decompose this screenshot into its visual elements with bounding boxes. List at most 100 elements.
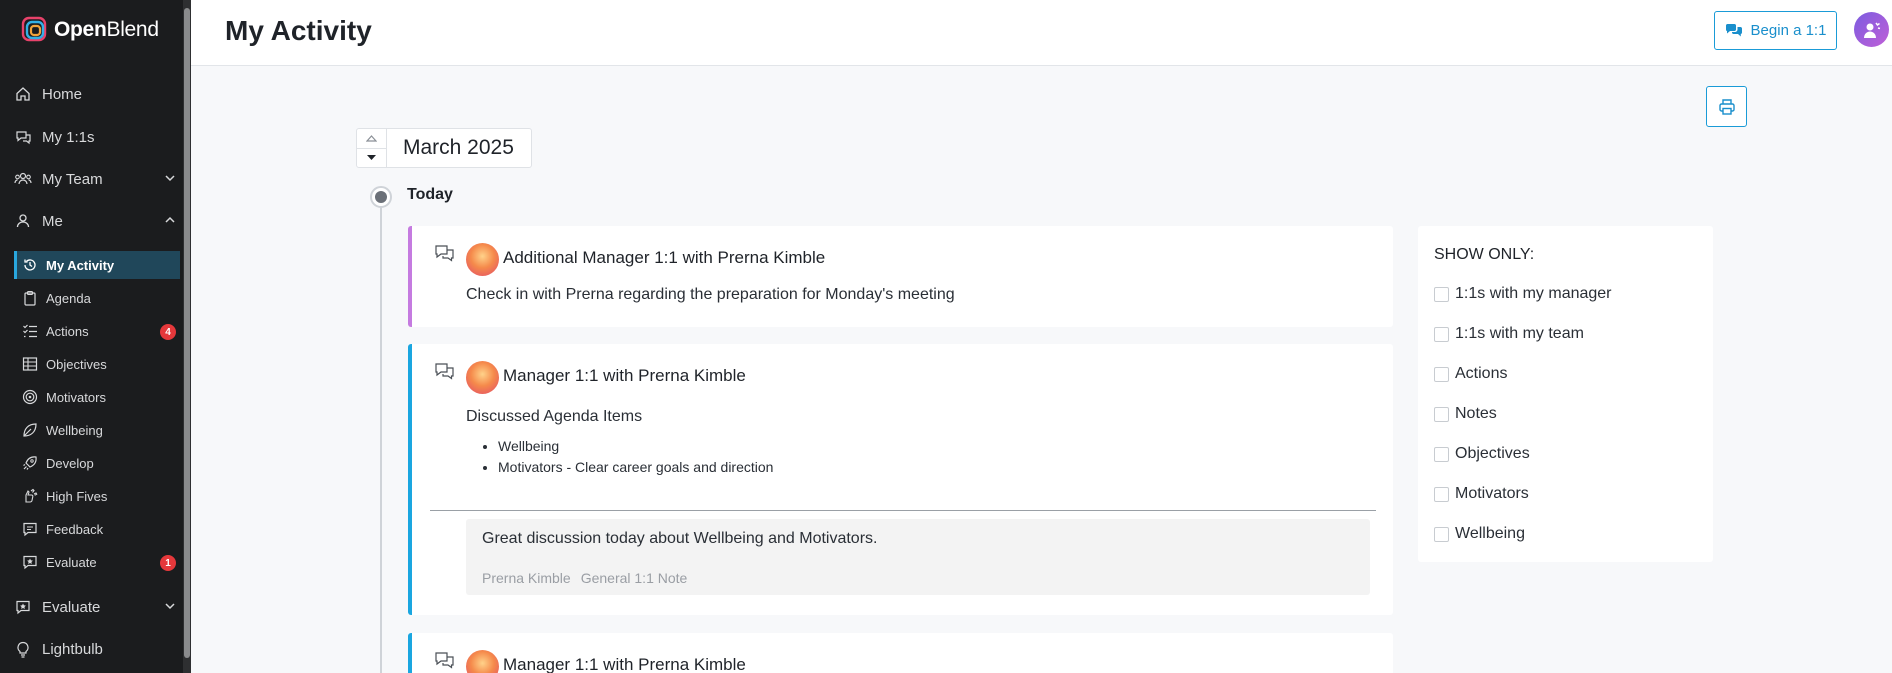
sidebar-item-label: Motivators bbox=[46, 389, 106, 405]
sidebar-item-evaluate-me[interactable]: Evaluate 1 bbox=[14, 548, 180, 576]
filter-checkbox[interactable] bbox=[1434, 446, 1449, 462]
agenda-heading: Discussed Agenda Items bbox=[466, 408, 643, 425]
sidebar-item-actions[interactable]: Actions 4 bbox=[14, 317, 180, 345]
sidebar-item-evaluate[interactable]: Evaluate bbox=[14, 592, 176, 622]
activity-card[interactable]: Manager 1:1 with Prerna Kimble bbox=[408, 633, 1393, 673]
filter-checkbox[interactable] bbox=[1434, 326, 1449, 342]
filter-option-team[interactable]: 1:1s with my team bbox=[1434, 323, 1584, 345]
begin-1-1-button[interactable]: Begin a 1:1 bbox=[1714, 11, 1837, 50]
sidebar-item-label: Evaluate bbox=[46, 554, 97, 570]
filter-checkbox[interactable] bbox=[1434, 406, 1449, 422]
rocket-icon bbox=[22, 455, 38, 471]
filter-checkbox[interactable] bbox=[1434, 286, 1449, 302]
filter-option-label: 1:1s with my team bbox=[1455, 325, 1584, 342]
sidebar-item-motivators[interactable]: Motivators bbox=[14, 383, 180, 411]
page-title: My Activity bbox=[225, 15, 372, 46]
month-previous-button[interactable] bbox=[357, 129, 386, 149]
filter-option-wellbeing[interactable]: Wellbeing bbox=[1434, 523, 1525, 545]
activity-title: Additional Manager 1:1 with Prerna Kimbl… bbox=[503, 248, 826, 267]
sidebar-item-label: Evaluate bbox=[42, 598, 101, 616]
sidebar-item-label: My 1:1s bbox=[42, 128, 95, 146]
activity-card[interactable]: Additional Manager 1:1 with Prerna Kimbl… bbox=[408, 226, 1393, 327]
begin-1-1-label: Begin a 1:1 bbox=[1750, 22, 1827, 39]
participant-avatar bbox=[466, 243, 499, 276]
sidebar-item-lightbulb[interactable]: Lightbulb bbox=[14, 634, 176, 664]
avatar-figure-icon bbox=[1863, 22, 1880, 38]
filter-checkbox[interactable] bbox=[1434, 366, 1449, 382]
sidebar-item-label: Wellbeing bbox=[46, 422, 103, 438]
sidebar-item-objectives[interactable]: Objectives bbox=[14, 350, 180, 378]
sidebar-item-high-fives[interactable]: High Fives bbox=[14, 482, 180, 510]
month-picker[interactable]: March 2025 bbox=[356, 128, 532, 168]
filter-option-actions[interactable]: Actions bbox=[1434, 363, 1507, 385]
brand-name: OpenBlend bbox=[54, 18, 159, 41]
sidebar: OpenBlend Home My 1:1s My Team Me My Act… bbox=[0, 0, 191, 673]
printer-icon bbox=[1718, 98, 1735, 115]
month-next-button[interactable] bbox=[357, 149, 386, 168]
user-avatar[interactable] bbox=[1854, 12, 1889, 47]
filter-option-motivators[interactable]: Motivators bbox=[1434, 483, 1529, 505]
sidebar-item-home[interactable]: Home bbox=[14, 79, 176, 109]
timeline-dot bbox=[370, 186, 392, 208]
sidebar-item-label: High Fives bbox=[46, 488, 108, 504]
sidebar-item-me[interactable]: Me bbox=[14, 206, 176, 236]
activity-card[interactable]: Manager 1:1 with Prerna Kimble Discussed… bbox=[408, 344, 1393, 615]
filter-option-label: Wellbeing bbox=[1455, 525, 1525, 542]
sidebar-item-wellbeing[interactable]: Wellbeing bbox=[14, 416, 180, 444]
chevron-down-icon bbox=[165, 175, 175, 182]
filter-option-objectives[interactable]: Objectives bbox=[1434, 443, 1530, 465]
filter-title: SHOW ONLY: bbox=[1434, 246, 1535, 263]
sidebar-item-label: Feedback bbox=[46, 521, 104, 537]
print-button[interactable] bbox=[1706, 86, 1747, 127]
sidebar-item-my-team[interactable]: My Team bbox=[14, 164, 176, 194]
note-text: Great discussion today about Wellbeing a… bbox=[482, 530, 878, 547]
sidebar-item-label: My Team bbox=[42, 170, 103, 188]
team-icon bbox=[14, 170, 32, 188]
caret-up-icon bbox=[366, 134, 377, 142]
filter-option-label: Notes bbox=[1455, 405, 1497, 422]
lightbulb-icon bbox=[14, 640, 32, 658]
sidebar-scrollbar[interactable] bbox=[183, 0, 191, 673]
sidebar-scrollbar-thumb[interactable] bbox=[184, 8, 190, 658]
sidebar-item-label: Me bbox=[42, 212, 63, 230]
filter-option-label: Objectives bbox=[1455, 445, 1530, 462]
note-author: Prerna Kimble bbox=[482, 570, 571, 586]
chat-icon bbox=[14, 128, 32, 146]
participant-avatar bbox=[466, 361, 499, 394]
activity-description: Check in with Prerna regarding the prepa… bbox=[466, 286, 955, 303]
filter-checkbox[interactable] bbox=[1434, 486, 1449, 502]
clipboard-icon bbox=[22, 290, 38, 306]
sidebar-item-develop[interactable]: Develop bbox=[14, 449, 180, 477]
timeline-day-label: Today bbox=[407, 186, 453, 203]
month-label: March 2025 bbox=[403, 136, 514, 159]
target-icon bbox=[22, 389, 38, 405]
checklist-icon bbox=[22, 323, 38, 339]
agenda-items-list: Wellbeing Motivators - Clear career goal… bbox=[498, 436, 773, 478]
filter-option-manager[interactable]: 1:1s with my manager bbox=[1434, 283, 1612, 305]
note-type: General 1:1 Note bbox=[580, 570, 688, 586]
sidebar-item-my-activity[interactable]: My Activity bbox=[14, 251, 180, 279]
sidebar-item-label: Develop bbox=[46, 455, 94, 471]
filter-option-notes[interactable]: Notes bbox=[1434, 403, 1497, 425]
sidebar-item-label: My Activity bbox=[46, 257, 115, 273]
sidebar-item-my-1-1s[interactable]: My 1:1s bbox=[14, 122, 176, 152]
month-spinner bbox=[357, 129, 387, 167]
actions-count-badge: 4 bbox=[160, 324, 176, 340]
list-item: Wellbeing bbox=[498, 436, 773, 457]
sidebar-item-feedback[interactable]: Feedback bbox=[14, 515, 180, 543]
timeline-line bbox=[380, 196, 382, 673]
sidebar-item-label: Agenda bbox=[46, 290, 91, 306]
card-divider bbox=[430, 510, 1376, 511]
history-icon bbox=[22, 257, 38, 273]
chat-icon bbox=[435, 652, 454, 669]
filter-panel: SHOW ONLY: 1:1s with my manager 1:1s wit… bbox=[1418, 226, 1713, 562]
sidebar-item-agenda[interactable]: Agenda bbox=[14, 284, 180, 312]
evaluate-icon bbox=[14, 598, 32, 616]
participant-avatar bbox=[466, 650, 499, 673]
openblend-logo[interactable]: OpenBlend bbox=[20, 14, 159, 46]
sidebar-item-label: Lightbulb bbox=[42, 640, 103, 658]
top-header: My Activity Begin a 1:1 bbox=[191, 0, 1892, 66]
sidebar-item-label: Home bbox=[42, 85, 83, 103]
caret-down-icon bbox=[367, 155, 376, 161]
filter-checkbox[interactable] bbox=[1434, 526, 1449, 542]
